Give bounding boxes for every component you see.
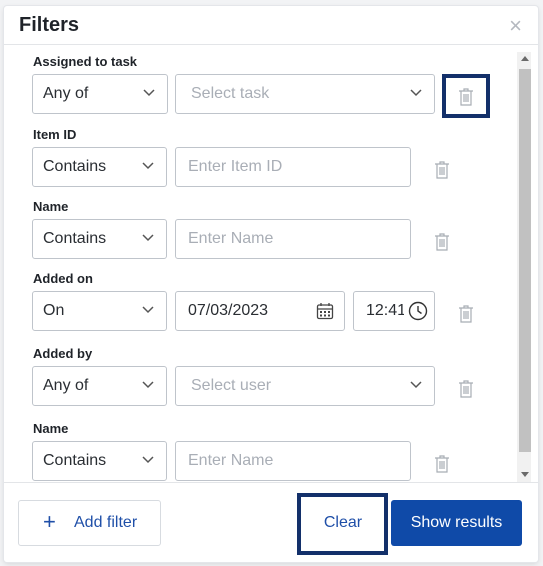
chevron-down-icon (142, 234, 154, 242)
scroll-down-arrow-icon[interactable] (521, 472, 529, 477)
dialog-title: Filters (19, 14, 80, 36)
add-filter-button[interactable]: + Add filter (18, 500, 161, 546)
operator-value: Contains (43, 230, 107, 247)
chevron-down-icon (143, 89, 155, 97)
trash-icon[interactable] (434, 455, 450, 473)
operator-select-added-on[interactable]: On (32, 291, 167, 331)
filter-label-name: Name (33, 199, 69, 214)
chevron-down-icon (142, 456, 154, 464)
clear-button[interactable]: Clear (304, 500, 382, 546)
operator-value: Contains (43, 158, 107, 175)
chevron-down-icon (410, 381, 422, 389)
clock-icon[interactable] (408, 301, 428, 321)
name-input[interactable]: Enter Name (175, 219, 411, 259)
name-placeholder: Enter Name (188, 452, 274, 469)
chevron-down-icon (142, 162, 154, 170)
filter-label-added-on: Added on (33, 271, 93, 286)
add-filter-label: Add filter (74, 514, 138, 531)
task-select-placeholder: Select task (191, 85, 270, 102)
chevron-down-icon (142, 306, 154, 314)
time-value: 12:41 (366, 302, 404, 319)
operator-select-item-id[interactable]: Contains (32, 147, 167, 187)
task-select[interactable]: Select task (175, 74, 435, 114)
trash-icon[interactable] (434, 161, 450, 179)
filters-dialog: Filters × Assigned to task Any of Select… (4, 6, 538, 562)
dialog-header: Filters × (4, 6, 538, 45)
name-placeholder: Enter Name (188, 230, 274, 247)
trash-icon[interactable] (434, 233, 450, 251)
scrollbar-thumb[interactable] (519, 69, 531, 452)
user-select-placeholder: Select user (191, 377, 272, 394)
date-value: 07/03/2023 (188, 302, 269, 319)
trash-icon[interactable] (458, 380, 474, 398)
item-id-input[interactable]: Enter Item ID (175, 147, 411, 187)
operator-value: On (43, 302, 65, 319)
operator-select-name-2[interactable]: Contains (32, 441, 167, 481)
time-input[interactable]: 12:41 (353, 291, 435, 331)
show-results-button[interactable]: Show results (391, 500, 522, 546)
trash-icon[interactable] (458, 88, 474, 106)
date-input[interactable]: 07/03/2023 (175, 291, 345, 331)
operator-value: Contains (43, 452, 107, 469)
item-id-placeholder: Enter Item ID (188, 158, 283, 175)
scroll-up-arrow-icon[interactable] (521, 56, 529, 61)
name-input-2[interactable]: Enter Name (175, 441, 411, 481)
filter-label-assigned-to-task: Assigned to task (33, 54, 138, 69)
filter-label-name-2: Name (33, 421, 69, 436)
close-icon[interactable]: × (509, 15, 522, 37)
filter-label-added-by: Added by (33, 346, 93, 361)
plus-icon: + (43, 509, 56, 534)
operator-value: Any of (43, 377, 89, 394)
chevron-down-icon (142, 381, 154, 389)
operator-select-added-by[interactable]: Any of (32, 366, 167, 406)
user-select[interactable]: Select user (175, 366, 435, 406)
trash-icon[interactable] (458, 305, 474, 323)
calendar-icon[interactable] (316, 302, 334, 320)
operator-select-assigned-to-task[interactable]: Any of (32, 74, 168, 114)
operator-value: Any of (43, 85, 89, 102)
dialog-footer: + Add filter Clear Show results (4, 482, 538, 562)
operator-select-name[interactable]: Contains (32, 219, 167, 259)
filter-list: Assigned to task Any of Select task Item… (4, 45, 538, 482)
filter-label-item-id: Item ID (33, 127, 77, 142)
chevron-down-icon (410, 89, 422, 97)
